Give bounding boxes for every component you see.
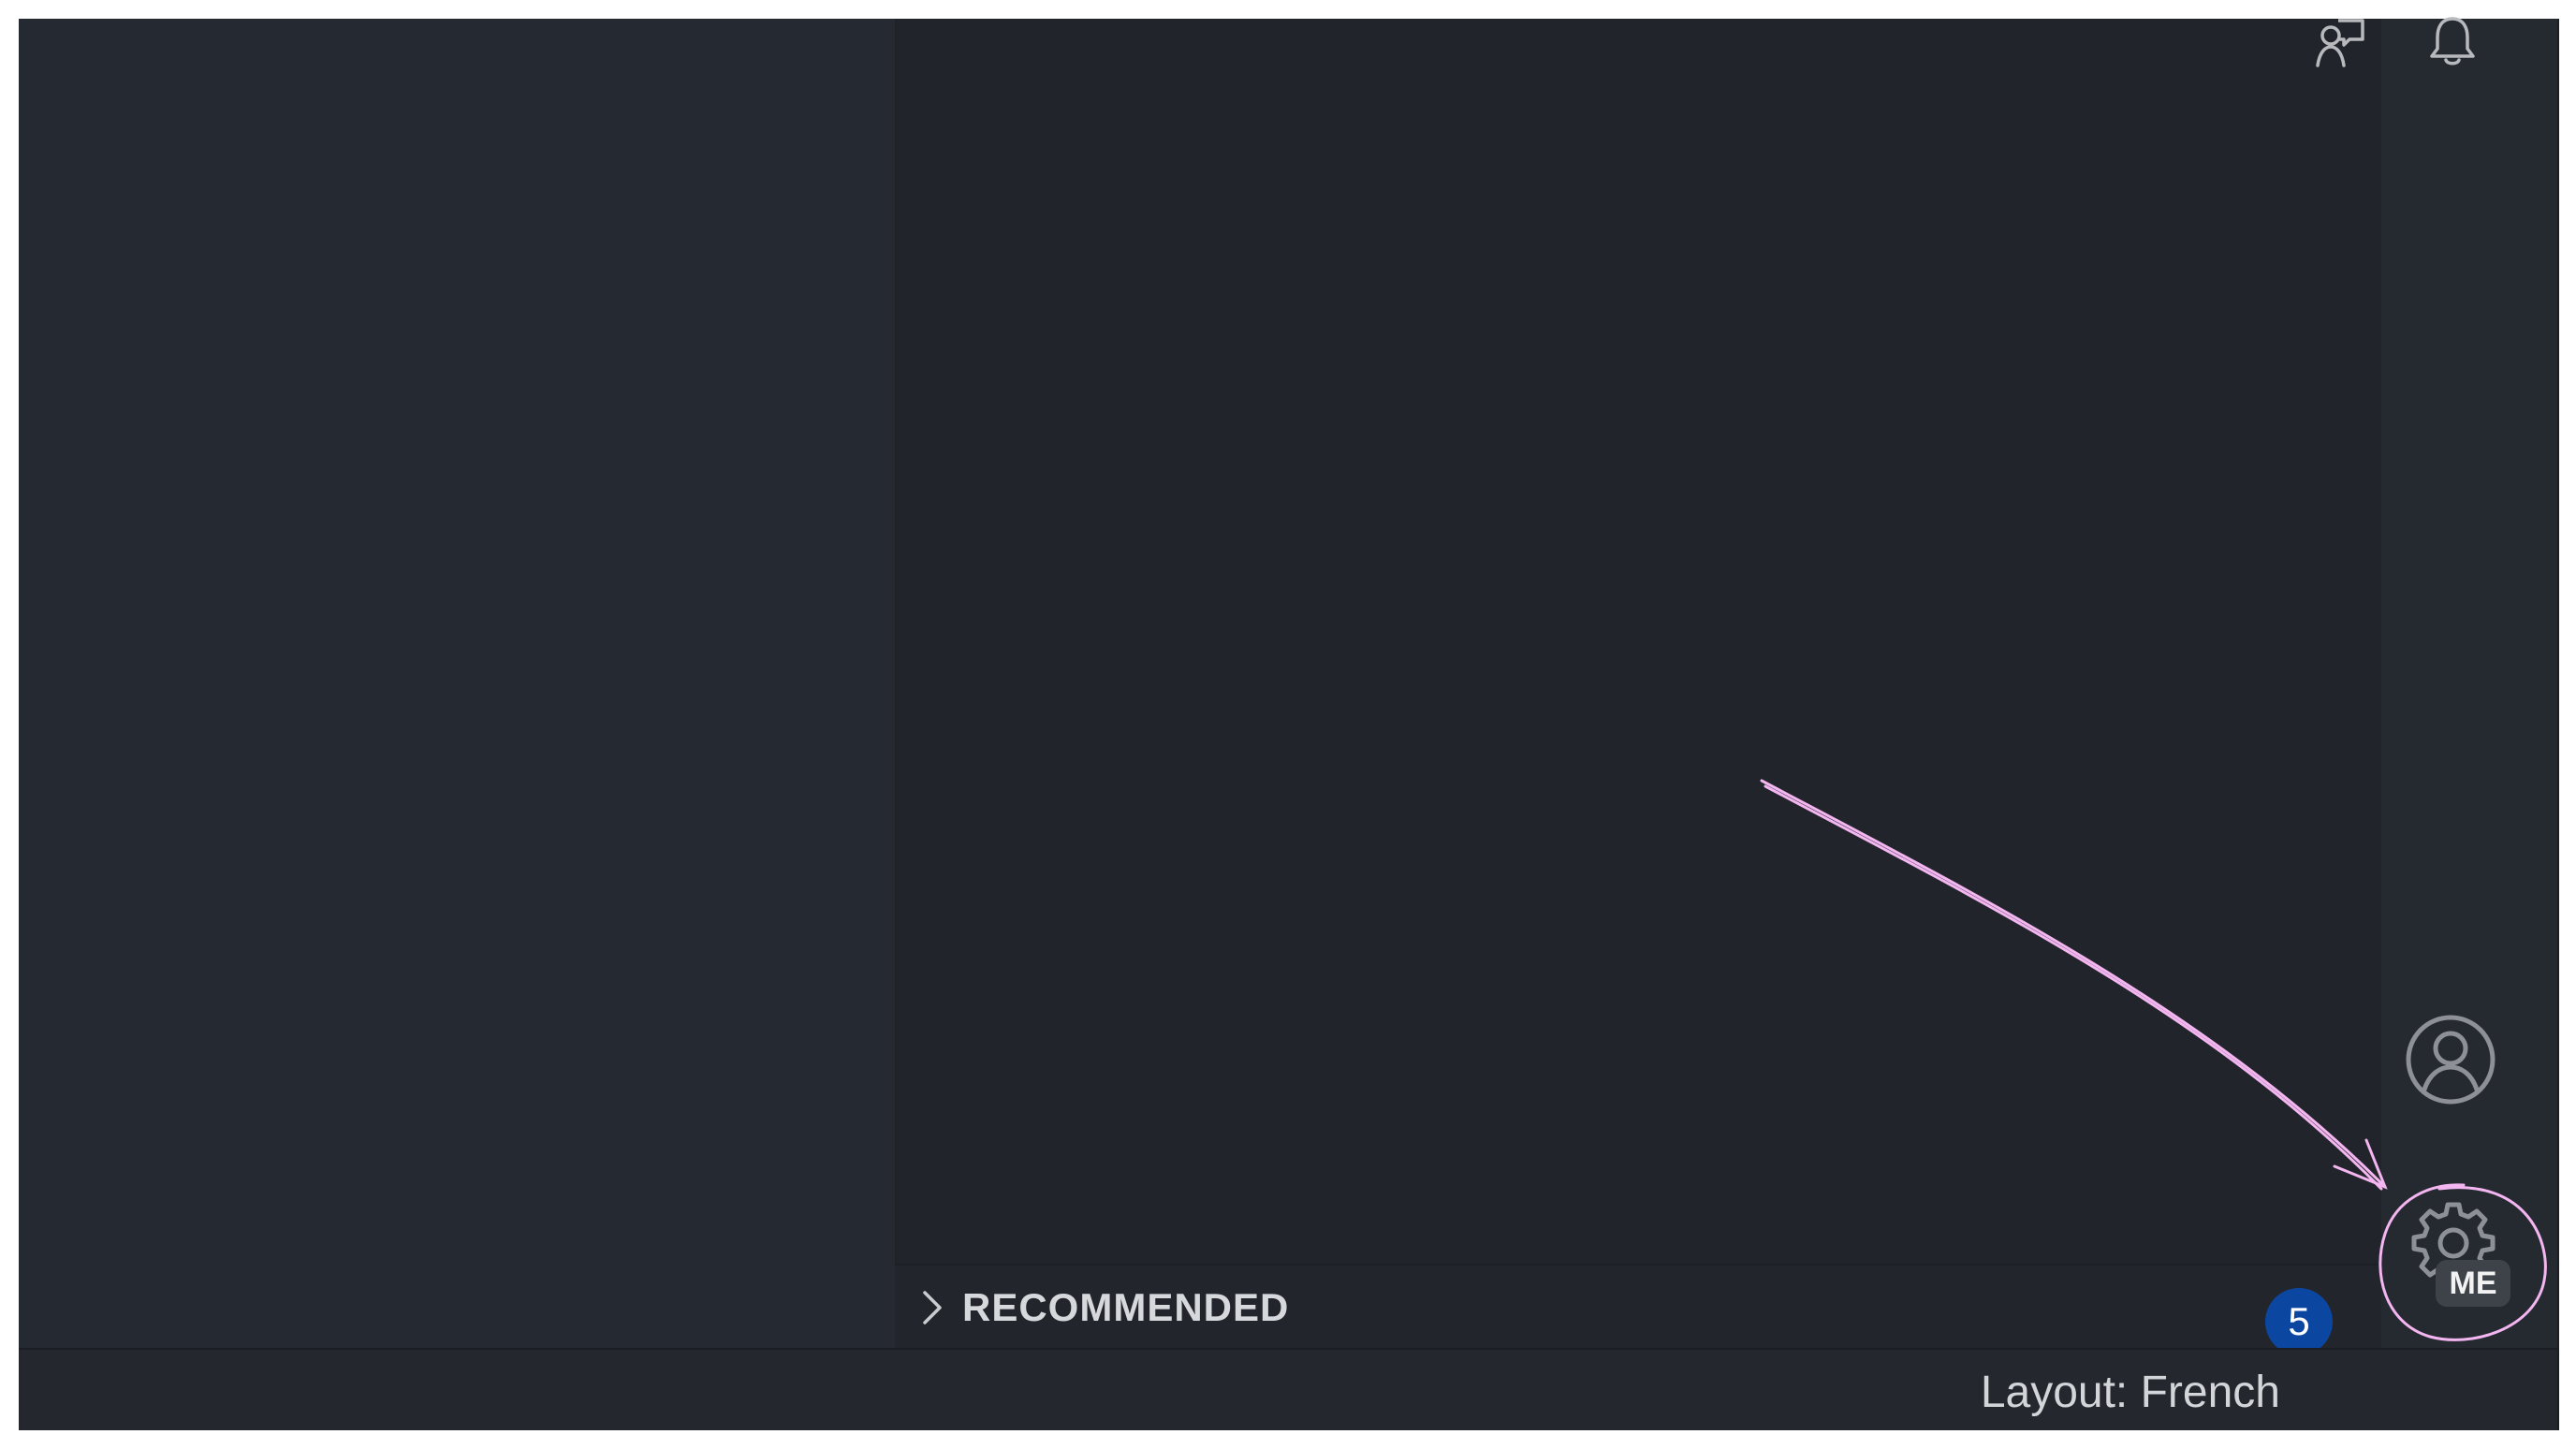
main-panel (895, 19, 2383, 1348)
side-panel (19, 19, 895, 1348)
recommended-count-badge: 5 (2265, 1288, 2333, 1355)
bell-icon[interactable] (2428, 15, 2477, 67)
account-icon[interactable] (2402, 1011, 2499, 1108)
activity-bar-right (2381, 19, 2557, 1348)
window-edge (2557, 19, 2559, 1430)
keyboard-layout-status[interactable]: Layout: French (1981, 1367, 2280, 1418)
editor-window: RECOMMENDED 5 Layout: French (19, 19, 2557, 1430)
chevron-right-icon (914, 1289, 951, 1326)
status-bar: Layout: French (19, 1348, 2557, 1430)
recommended-label: RECOMMENDED (962, 1285, 1290, 1329)
manage-badge: ME (2436, 1260, 2510, 1307)
recommended-section-header[interactable]: RECOMMENDED 5 (895, 1264, 2381, 1355)
feedback-icon[interactable] (2314, 17, 2366, 69)
